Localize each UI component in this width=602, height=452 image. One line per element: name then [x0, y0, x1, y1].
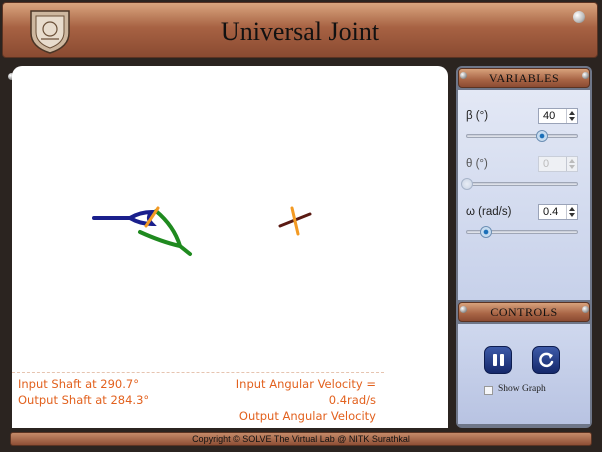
copyright-text: Copyright © SOLVE The Virtual Lab @ NITK… [192, 434, 410, 444]
theta-slider-handle[interactable] [461, 178, 473, 190]
stepper-up-icon[interactable] [569, 111, 575, 115]
velocity-readout: Input Angular Velocity = 0.4rad/s Output… [236, 376, 376, 424]
rivet-decoration [582, 72, 589, 79]
omega-label: ω (rad/s) [466, 206, 512, 218]
variables-panel: β (°) 40 θ (°) 0 ω (rad/s) 0.4 [458, 90, 590, 300]
input-velocity-label: Input Angular Velocity = [235, 377, 376, 391]
stepper-arrows[interactable] [566, 157, 577, 171]
rivet-decoration [460, 306, 467, 313]
stepper-down-icon[interactable] [569, 213, 575, 217]
beta-slider[interactable] [466, 130, 578, 142]
show-graph-label: Show Graph [498, 384, 546, 394]
footer-bar: Copyright © SOLVE The Virtual Lab @ NITK… [10, 432, 592, 446]
output-velocity-label: Output Angular Velocity [238, 409, 376, 423]
title-bar: Universal Joint [2, 2, 598, 58]
universal-joint-drawing [92, 206, 312, 256]
rivet-decoration [460, 72, 467, 79]
theta-label: θ (°) [466, 158, 488, 170]
stepper-up-icon[interactable] [569, 207, 575, 211]
reset-button[interactable] [532, 346, 560, 374]
show-graph-checkbox[interactable] [484, 386, 493, 395]
stepper-arrows[interactable] [566, 205, 577, 219]
stepper-down-icon[interactable] [569, 165, 575, 169]
stepper-up-icon[interactable] [569, 159, 575, 163]
controls-header: CONTROLS [458, 302, 590, 322]
controls-panel: Show Graph [458, 324, 590, 424]
output-yoke [138, 209, 183, 249]
stepper-arrows[interactable] [566, 109, 577, 123]
simulation-canvas: Input Shaft at 290.7° Output Shaft at 28… [12, 66, 448, 428]
rivet-decoration [582, 306, 589, 313]
readout-divider [12, 372, 384, 373]
theta-slider[interactable] [461, 178, 578, 190]
omega-slider-handle[interactable] [480, 226, 492, 238]
omega-slider[interactable] [466, 226, 578, 238]
close-button[interactable] [573, 11, 585, 23]
omega-stepper[interactable]: 0.4 [538, 204, 578, 220]
beta-label: β (°) [466, 110, 489, 122]
input-velocity-value: 0.4rad/s [328, 393, 376, 407]
reset-icon [539, 352, 554, 368]
beta-slider-handle[interactable] [536, 130, 548, 142]
input-shaft-angle: Input Shaft at 290.7° [18, 377, 139, 391]
shaft-readout: Input Shaft at 290.7° Output Shaft at 28… [18, 376, 149, 408]
beta-stepper[interactable]: 40 [538, 108, 578, 124]
page-title: Universal Joint [220, 17, 380, 46]
side-panel: VARIABLES β (°) 40 θ (°) 0 ω (rad/s) 0.4 [456, 66, 592, 428]
output-shaft [178, 244, 192, 256]
stepper-down-icon[interactable] [569, 117, 575, 121]
variables-header: VARIABLES [458, 68, 590, 88]
omega-value: 0.4 [543, 206, 559, 218]
theta-stepper[interactable]: 0 [538, 156, 578, 172]
beta-value: 40 [543, 110, 556, 122]
output-shaft-angle: Output Shaft at 284.3° [18, 393, 150, 407]
pause-button[interactable] [484, 346, 512, 374]
theta-value: 0 [543, 158, 550, 170]
